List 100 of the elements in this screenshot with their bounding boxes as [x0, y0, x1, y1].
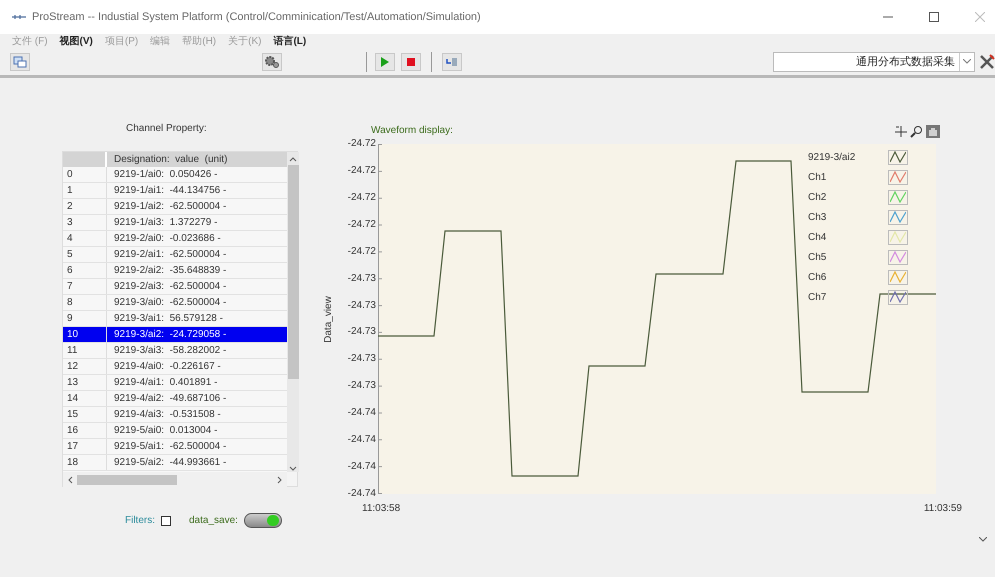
- chart-title: Waveform display:: [371, 125, 453, 138]
- play-icon: [381, 56, 389, 66]
- tick-label: -24.72: [348, 218, 376, 232]
- row-index: 5: [63, 247, 107, 262]
- row-index: 17: [63, 439, 107, 454]
- row-index: 13: [63, 375, 107, 390]
- channel-value: 9219-5/ai2: -44.993661 -: [113, 457, 226, 468]
- table-row[interactable]: 11 9219-3/ai3: -58.282002 -: [63, 343, 287, 359]
- channel-value: 9219-5/ai1: -62.500004 -: [113, 441, 226, 452]
- data-save-label: data_save:: [189, 515, 238, 526]
- row-index: 18: [63, 455, 107, 470]
- run-button[interactable]: [375, 52, 395, 70]
- table-row[interactable]: 17 9219-5/ai1: -62.500004 -: [63, 439, 287, 455]
- row-index: 15: [63, 407, 107, 422]
- axis-label: Data_view: [322, 296, 334, 342]
- channel-value: 9219-2/ai2: -35.648839 -: [113, 265, 226, 276]
- maximize-icon[interactable]: [929, 12, 939, 22]
- menu-item[interactable]: 视图(V): [60, 34, 93, 48]
- row-index: 6: [63, 263, 107, 278]
- table-row[interactable]: 5 9219-2/ai1: -62.500004 -: [63, 247, 287, 263]
- table-row[interactable]: 1 9219-1/ai1: -44.134756 -: [63, 183, 287, 199]
- tick-label: -24.73: [348, 325, 376, 340]
- vertical-scrollbar[interactable]: [287, 152, 299, 472]
- row-index: 11: [63, 343, 107, 358]
- channel-value: 9219-4/ai2: -49.687106 -: [113, 393, 226, 404]
- legend-label: Ch4: [808, 232, 826, 242]
- table-row[interactable]: 18 9219-5/ai2: -44.993661 -: [63, 455, 287, 471]
- table-row[interactable]: 3 9219-1/ai3: 1.372279 -: [63, 215, 287, 231]
- table-row[interactable]: 7 9219-2/ai3: -62.500004 -: [63, 279, 287, 295]
- row-index: 2: [63, 199, 107, 214]
- tools-icon[interactable]: [979, 54, 995, 70]
- zoom-icon[interactable]: [910, 125, 924, 138]
- menu-item[interactable]: 语言(L): [273, 34, 306, 48]
- crosshair-icon[interactable]: [894, 125, 908, 138]
- table-row[interactable]: 10 9219-3/ai2: -24.729058 -: [63, 327, 287, 343]
- channel-value: 9219-4/ai3: -0.531508 -: [113, 409, 221, 420]
- chevron-up-icon[interactable]: [289, 156, 297, 162]
- horizontal-scrollbar[interactable]: [63, 472, 287, 488]
- panel-label: Channel Property:: [126, 123, 208, 136]
- table-row[interactable]: 15 9219-4/ai3: -0.531508 -: [63, 407, 287, 423]
- row-index: 4: [63, 231, 107, 246]
- window-title: ProStream -- Industial System Platform (Control/Comminication/Test/Automation/Simulation): [32, 11, 482, 23]
- channel-value: 9219-1/ai3: 1.372279 -: [113, 217, 218, 228]
- legend-label: Ch5: [808, 252, 826, 262]
- table-row[interactable]: 16 9219-5/ai0: 0.013004 -: [63, 423, 287, 439]
- tick-label: -24.73: [348, 379, 376, 394]
- table-row[interactable]: 8 9219-3/ai0: -62.500004 -: [63, 295, 287, 311]
- window-button[interactable]: [10, 52, 30, 70]
- row-index: 8: [63, 295, 107, 310]
- filters-checkbox[interactable]: [161, 516, 171, 526]
- legend-label: Ch2: [808, 192, 826, 202]
- row-index: 0: [63, 167, 107, 182]
- settings-button[interactable]: [262, 52, 282, 70]
- legend-label: 9219-3/ai2: [808, 152, 856, 162]
- row-index: 1: [63, 183, 107, 198]
- channel-value: 9219-5/ai0: 0.013004 -: [113, 425, 218, 436]
- channel-value: 9219-1/ai2: -62.500004 -: [113, 201, 226, 212]
- table-row[interactable]: 13 9219-4/ai1: 0.401891 -: [63, 375, 287, 391]
- gears-icon: [264, 54, 280, 68]
- chevron-left-icon[interactable]: [67, 476, 73, 484]
- caret-icon: [963, 59, 971, 64]
- filters-label: Filters:: [125, 515, 155, 526]
- channel-value: 9219-4/ai1: 0.401891 -: [113, 377, 218, 388]
- mode-dropdown[interactable]: 通用分布式数据采集: [773, 52, 975, 72]
- row-index: 10: [63, 327, 107, 342]
- row-index: 14: [63, 391, 107, 406]
- tick-label: -24.74: [348, 486, 376, 501]
- channel-value: 9219-3/ai1: 56.579128 -: [113, 313, 223, 324]
- row-index: 7: [63, 279, 107, 294]
- table-row[interactable]: 0 9219-1/ai0: 0.050426 -: [63, 167, 287, 183]
- app-icon: [12, 14, 26, 20]
- stop-button[interactable]: [401, 52, 421, 70]
- table-row[interactable]: 6 9219-2/ai2: -35.648839 -: [63, 263, 287, 279]
- row-index: 9: [63, 311, 107, 326]
- data-save-toggle[interactable]: [244, 513, 282, 528]
- tick-label: 11:03:59: [924, 503, 962, 514]
- table-row[interactable]: 14 9219-4/ai2: -49.687106 -: [63, 391, 287, 407]
- chevron-down-icon[interactable]: [979, 537, 987, 542]
- channel-value: 9219-4/ai0: -0.226167 -: [113, 361, 221, 372]
- tick-label: -24.73: [348, 272, 376, 286]
- chevron-right-icon[interactable]: [277, 476, 283, 484]
- tick-label: -24.73: [348, 298, 376, 313]
- table-row[interactable]: 4 9219-2/ai0: -0.023686 -: [63, 231, 287, 247]
- row-index: 3: [63, 215, 107, 230]
- channel-value: 9219-3/ai3: -58.282002 -: [113, 345, 226, 356]
- chevron-down-icon[interactable]: [289, 466, 297, 472]
- table-row[interactable]: 2 9219-1/ai2: -62.500004 -: [63, 199, 287, 215]
- channel-value: 9219-3/ai2: -24.729058 -: [113, 329, 226, 340]
- tick-label: 11:03:58: [362, 503, 400, 514]
- channel-value: 9219-1/ai1: -44.134756 -: [113, 185, 226, 196]
- tick-label: -24.72: [348, 190, 376, 205]
- channel-value: 9219-2/ai0: -0.023686 -: [113, 233, 221, 244]
- table-row[interactable]: 12 9219-4/ai0: -0.226167 -: [63, 359, 287, 375]
- column-header: Designation: value (unit): [113, 154, 228, 165]
- arrow-panel-icon: [446, 56, 458, 66]
- row-index: 16: [63, 423, 107, 438]
- row-index: 12: [63, 359, 107, 374]
- stop-icon: [407, 58, 415, 66]
- switch-button[interactable]: [442, 52, 462, 70]
- tick-label: -24.72: [348, 137, 376, 151]
